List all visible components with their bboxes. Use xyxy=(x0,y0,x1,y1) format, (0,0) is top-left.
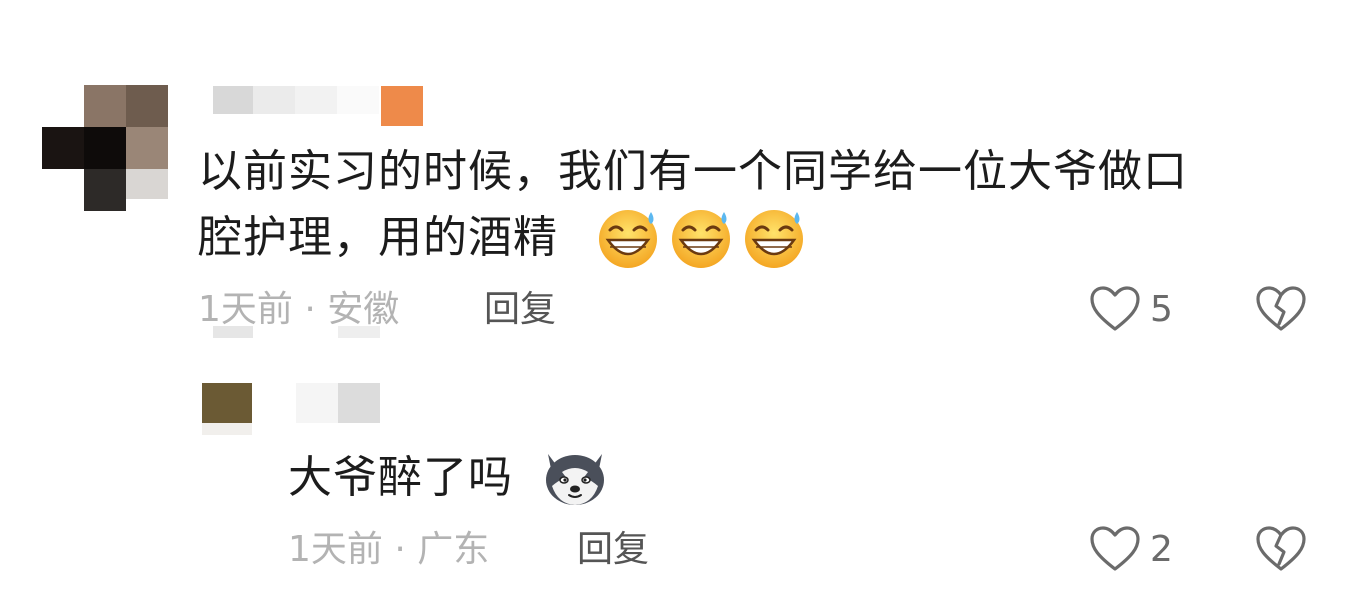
reply-text: 大爷醉了吗 xyxy=(288,452,513,503)
comment-text-line: 以前实习的时候，我们有一个同学给一位大爷做口 xyxy=(198,146,1188,197)
grin-sweat-emoji xyxy=(672,210,730,268)
grin-sweat-emoji xyxy=(599,210,657,268)
husky-dog-emoji xyxy=(546,454,604,505)
like-count: 2 xyxy=(1150,529,1173,570)
like-heart-icon[interactable] xyxy=(1088,284,1142,334)
reply-button[interactable]: 回复 xyxy=(577,528,649,572)
avatar[interactable] xyxy=(202,383,262,435)
mosaic-fragment xyxy=(213,326,253,338)
like-count: 5 xyxy=(1150,289,1173,330)
like-heart-icon[interactable] xyxy=(1088,524,1142,574)
avatar[interactable] xyxy=(42,85,172,215)
reply-time-location: 1天前 · 广东 xyxy=(288,529,490,570)
dislike-broken-heart-icon[interactable] xyxy=(1254,284,1308,334)
username[interactable] xyxy=(296,383,386,423)
reply-button[interactable]: 回复 xyxy=(484,288,556,332)
comment-text-line: 腔护理，用的酒精 xyxy=(198,212,558,263)
username[interactable] xyxy=(213,86,428,126)
grin-sweat-emoji xyxy=(745,210,803,268)
mosaic-fragment xyxy=(338,326,380,338)
dislike-broken-heart-icon[interactable] xyxy=(1254,524,1308,574)
